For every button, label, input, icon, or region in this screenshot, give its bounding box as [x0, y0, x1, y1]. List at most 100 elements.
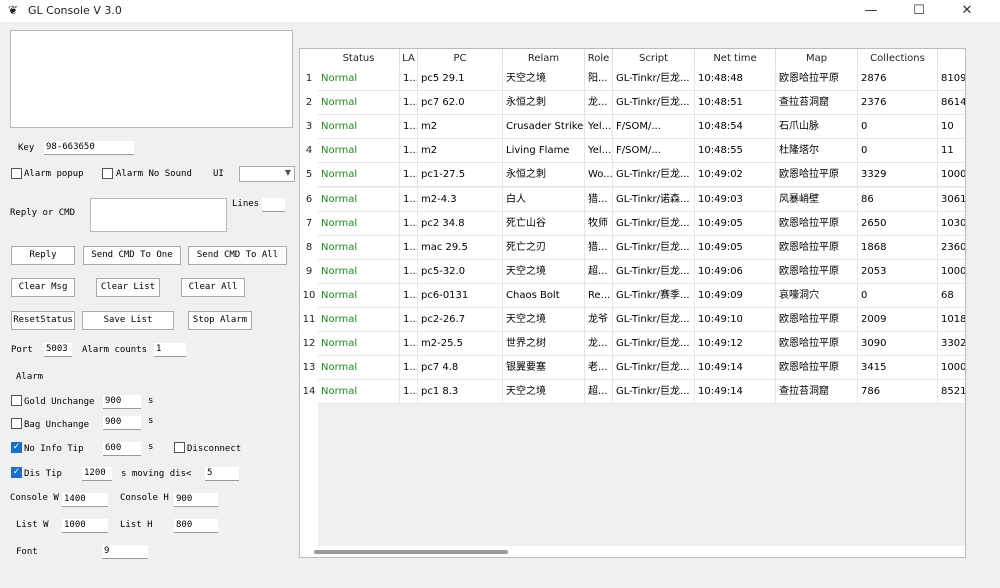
table-cell-pc[interactable]: m2 [418, 139, 503, 163]
table-cell-coll[interactable]: 2876 [858, 67, 938, 91]
column-header[interactable]: Collections [858, 49, 938, 67]
port-input[interactable]: 5003 [44, 343, 72, 357]
table-cell-pc[interactable]: pc2-26.7 [418, 308, 503, 332]
table-cell-map[interactable]: 查拉苔洞窟 [776, 380, 858, 404]
table-cell-pc[interactable]: pc2 34.8 [418, 212, 503, 236]
table-cell-script[interactable]: GL-Tinkr/诺森... [613, 188, 695, 212]
table-cell-relam[interactable]: 白人 [503, 188, 585, 212]
table-cell-role[interactable]: 龙爷 [585, 308, 613, 332]
table-cell-coll[interactable]: 2650 [858, 212, 938, 236]
table-cell-map[interactable]: 欧恩哈拉平原 [776, 308, 858, 332]
close-button[interactable]: ✕ [944, 0, 990, 22]
dis-tip-input[interactable]: 1200 [82, 467, 112, 481]
table-cell-status[interactable]: Normal [318, 380, 400, 404]
table-cell-status[interactable]: Normal [318, 332, 400, 356]
table-cell-map[interactable]: 杜隆塔尔 [776, 139, 858, 163]
table-cell-time[interactable]: 10:49:10 [695, 308, 776, 332]
alarm-no-sound-checkbox[interactable] [102, 168, 113, 179]
maximize-button[interactable]: ☐ [896, 0, 942, 22]
table-cell-la[interactable]: 1... [400, 332, 418, 356]
table-cell-status[interactable]: Normal [318, 356, 400, 380]
table-cell-time[interactable]: 10:49:05 [695, 212, 776, 236]
table-cell-time[interactable]: 10:49:05 [695, 236, 776, 260]
table-cell-la[interactable]: 1... [400, 260, 418, 284]
list-h-input[interactable]: 800 [174, 519, 218, 533]
table-cell-extra[interactable]: 10303 [938, 212, 965, 236]
table-cell-coll[interactable]: 0 [858, 284, 938, 308]
table-cell-extra[interactable]: 10003 [938, 260, 965, 284]
table-cell-role[interactable]: 猎... [585, 188, 613, 212]
column-header[interactable]: PC [418, 49, 503, 67]
column-header[interactable]: Role [585, 49, 613, 67]
table-cell-status[interactable]: Normal [318, 139, 400, 163]
table-cell-relam[interactable]: 银翼要塞 [503, 356, 585, 380]
table-cell-map[interactable]: 欧恩哈拉平原 [776, 356, 858, 380]
send-cmd-to-one-button[interactable]: Send CMD To One [83, 246, 181, 265]
table-cell-pc[interactable]: pc5-32.0 [418, 260, 503, 284]
table-cell-time[interactable]: 10:48:51 [695, 91, 776, 115]
table-cell-extra[interactable]: 8614 [938, 91, 965, 115]
table-cell-script[interactable]: GL-Tinkr/巨龙... [613, 236, 695, 260]
table-cell-time[interactable]: 10:49:14 [695, 380, 776, 404]
table-cell-script[interactable]: F/SOM/... [613, 115, 695, 139]
table-cell-la[interactable]: 1... [400, 236, 418, 260]
table-cell-la[interactable]: 1... [400, 308, 418, 332]
table-cell-status[interactable]: Normal [318, 308, 400, 332]
table-cell-extra[interactable]: 11 [938, 139, 965, 163]
column-header[interactable]: Net time [695, 49, 776, 67]
reset-status-button[interactable]: ResetStatus [11, 311, 75, 330]
table-cell-status[interactable]: Normal [318, 212, 400, 236]
clear-list-button[interactable]: Clear List [96, 278, 160, 297]
key-input[interactable]: 98-663650 [44, 141, 134, 155]
gold-unchange-input[interactable]: 900 [103, 395, 141, 409]
table-cell-time[interactable]: 10:49:14 [695, 356, 776, 380]
table-cell-la[interactable]: 1... [400, 139, 418, 163]
table-cell-pc[interactable]: pc1 8.3 [418, 380, 503, 404]
no-info-tip-checkbox[interactable]: ✓ [11, 442, 22, 453]
table-cell-time[interactable]: 10:49:02 [695, 163, 776, 187]
table-cell-coll[interactable]: 2376 [858, 91, 938, 115]
save-list-button[interactable]: Save List [82, 311, 174, 330]
table-cell-script[interactable]: GL-Tinkr/巨龙... [613, 308, 695, 332]
table-cell-role[interactable]: 龙... [585, 332, 613, 356]
table-cell-relam[interactable]: 死亡之刃 [503, 236, 585, 260]
table-cell-role[interactable]: Yel... [585, 139, 613, 163]
table-cell-script[interactable]: GL-Tinkr/巨龙... [613, 163, 695, 187]
table-cell-la[interactable]: 1... [400, 91, 418, 115]
list-w-input[interactable]: 1000 [62, 519, 108, 533]
table-cell-script[interactable]: GL-Tinkr/巨龙... [613, 91, 695, 115]
table-cell-script[interactable]: GL-Tinkr/赛季... [613, 284, 695, 308]
table-cell-status[interactable]: Normal [318, 188, 400, 212]
table-cell-relam[interactable]: Living Flame [503, 139, 585, 163]
table-cell-time[interactable]: 10:49:09 [695, 284, 776, 308]
table-cell-role[interactable]: 超... [585, 260, 613, 284]
clear-all-button[interactable]: Clear All [181, 278, 245, 297]
column-header[interactable]: Script [613, 49, 695, 67]
table-cell-extra[interactable]: 10 [938, 115, 965, 139]
table-cell-relam[interactable]: 天空之境 [503, 67, 585, 91]
disconnect-checkbox[interactable] [174, 442, 185, 453]
table-cell-script[interactable]: GL-Tinkr/巨龙... [613, 67, 695, 91]
client-list-grid[interactable]: Status LA PC Relam Role Script Net time Map Coll… [299, 48, 966, 558]
table-cell-script[interactable]: GL-Tinkr/巨龙... [613, 212, 695, 236]
table-cell-script[interactable]: GL-Tinkr/巨龙... [613, 260, 695, 284]
table-cell-pc[interactable]: pc7 62.0 [418, 91, 503, 115]
table-cell-pc[interactable]: mac 29.5 [418, 236, 503, 260]
table-cell-extra[interactable]: 10000 [938, 356, 965, 380]
table-cell-pc[interactable]: m2-4.3 [418, 188, 503, 212]
table-cell-role[interactable]: 老... [585, 356, 613, 380]
table-cell-status[interactable]: Normal [318, 91, 400, 115]
table-cell-extra[interactable]: 8521 [938, 380, 965, 404]
table-cell-role[interactable]: Yel... [585, 115, 613, 139]
table-cell-la[interactable]: 1... [400, 284, 418, 308]
table-cell-relam[interactable]: 天空之境 [503, 260, 585, 284]
table-cell-relam[interactable]: Crusader Strike [503, 115, 585, 139]
table-cell-script[interactable]: GL-Tinkr/巨龙... [613, 356, 695, 380]
column-header[interactable]: Relam [503, 49, 585, 67]
table-cell-role[interactable]: 龙... [585, 91, 613, 115]
table-cell-la[interactable]: 1... [400, 212, 418, 236]
table-cell-status[interactable]: Normal [318, 284, 400, 308]
table-cell-relam[interactable]: 永恒之刺 [503, 91, 585, 115]
table-cell-time[interactable]: 10:49:06 [695, 260, 776, 284]
gold-unchange-checkbox[interactable] [11, 395, 22, 406]
